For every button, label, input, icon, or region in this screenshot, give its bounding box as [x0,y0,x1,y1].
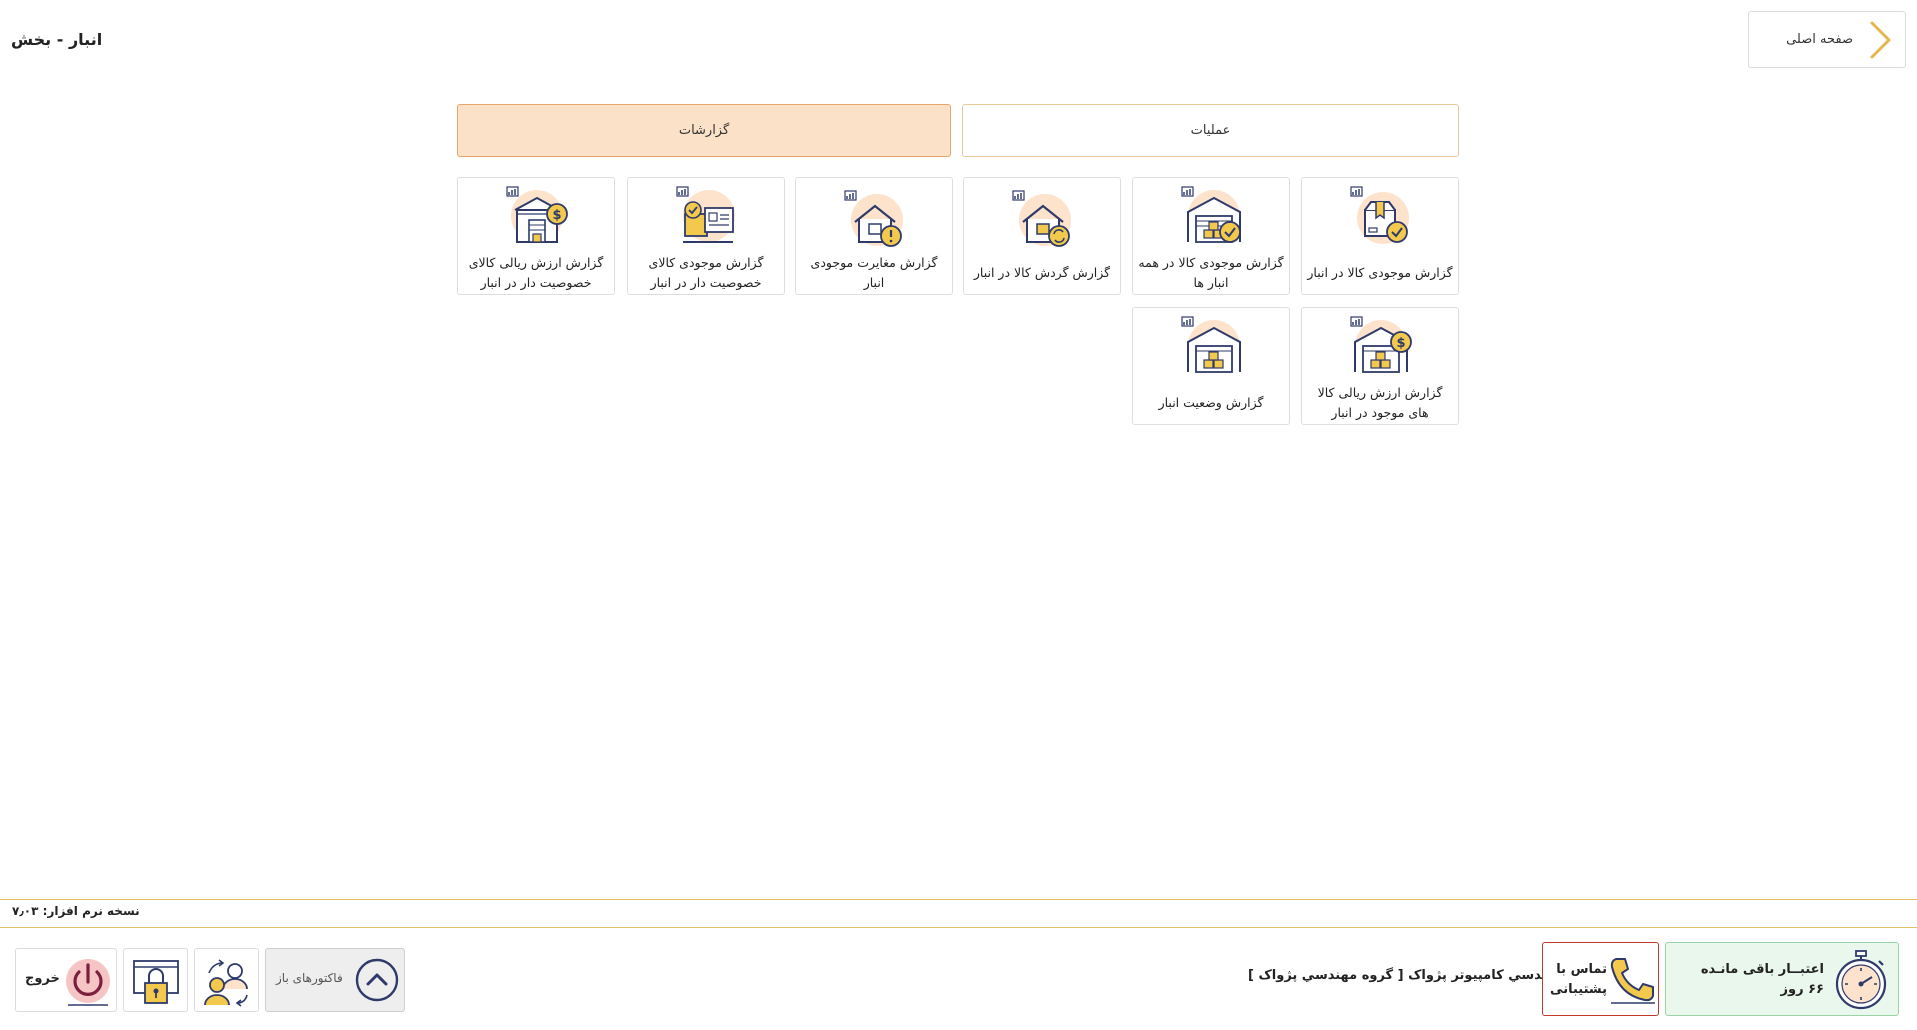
lock-button[interactable] [123,948,188,1012]
report-card-stock-all-warehouses[interactable]: گزارش موجودی کالا در همه انبار ها [1132,177,1290,295]
package-spec-icon [676,186,735,243]
remaining-credit: اعتبــار باقی مانـده ۶۶ روز [1665,942,1899,1016]
support-contact-label: تماس با پشتیبانی [1550,962,1607,997]
report-card-stock-in-warehouse[interactable]: گزارش موجودی کالا در انبار [1301,177,1459,295]
open-invoices-button[interactable]: فاکتورهای باز [265,948,405,1012]
warehouse-check-icon [1181,186,1241,243]
chevron-right-icon [1870,21,1891,58]
support-contact-button[interactable]: تماس با پشتیبانی [1542,942,1659,1016]
box-check-icon [1350,186,1409,244]
report-card-label: گزارش ارزش ریالی کالا های موجود در انبار [1317,385,1443,420]
software-version: نسخه نرم افزار: ۷٫۰۳ [12,904,140,918]
footer-divider-bottom [0,927,1917,928]
phone-icon [1610,958,1655,1004]
warehouse-alert-icon [844,190,903,247]
report-card-label: گزارش ارزش ریالی کالای خصوصیت دار در انب… [468,255,604,290]
tab-reports[interactable]: گزارشات [457,104,951,157]
report-card-spec-goods-stock[interactable]: گزارش موجودی کالای خصوصیت دار در انبار [627,177,785,295]
report-card-label: گزارش وضعیت انبار [1158,395,1264,410]
report-card-label: گزارش موجودی کالا در انبار [1307,265,1453,280]
warehouse-dollar-icon: $ [1350,316,1412,373]
switch-user-button[interactable] [194,948,259,1012]
exit-button[interactable]: خروج [15,948,117,1012]
report-card-goods-turnover[interactable]: گزارش گردش کالا در انبار [963,177,1121,295]
tab-operations[interactable]: عملیات [962,104,1459,157]
power-icon [66,959,110,1006]
report-card-label: گزارش مغایرت موجودی انبار [810,255,938,290]
svg-text:$: $ [1396,336,1405,351]
switch-user-icon [204,959,248,1007]
report-card-warehouse-status[interactable]: گزارش وضعیت انبار [1132,307,1290,425]
footer-divider-top [0,899,1917,900]
page-title: انبار - بخش [11,30,103,49]
home-button[interactable]: صفحه اصلی [1748,11,1906,68]
svg-text:$: $ [552,208,561,223]
report-card-label: گزارش موجودی کالا در همه انبار ها [1138,255,1284,290]
home-button-label: صفحه اصلی [1786,32,1853,47]
stopwatch-icon [1835,950,1887,1010]
exit-button-label: خروج [25,971,60,986]
open-invoices-label: فاکتورهای باز [276,971,343,985]
warehouse-cycle-icon [1012,190,1071,247]
report-card-spec-goods-value[interactable]: $ گزارش ارزش ریالی کالای خصوصیت دار در ا… [457,177,615,295]
report-card-stock-discrepancy[interactable]: گزارش مغایرت موجودی انبار [795,177,953,295]
report-card-label: گزارش گردش کالا در انبار [973,265,1111,280]
store-dollar-icon: $ [506,186,568,243]
lock-screen-icon [133,960,179,1004]
remaining-credit-label: اعتبــار باقی مانـده ۶۶ روز [1700,962,1824,997]
report-card-label: گزارش موجودی کالای خصوصیت دار در انبار [648,255,764,290]
warehouse-status-icon [1181,316,1241,373]
chevron-up-circle-icon [355,958,399,1002]
report-card-goods-value[interactable]: $ گزارش ارزش ریالی کالا های موجود در انب… [1301,307,1459,425]
